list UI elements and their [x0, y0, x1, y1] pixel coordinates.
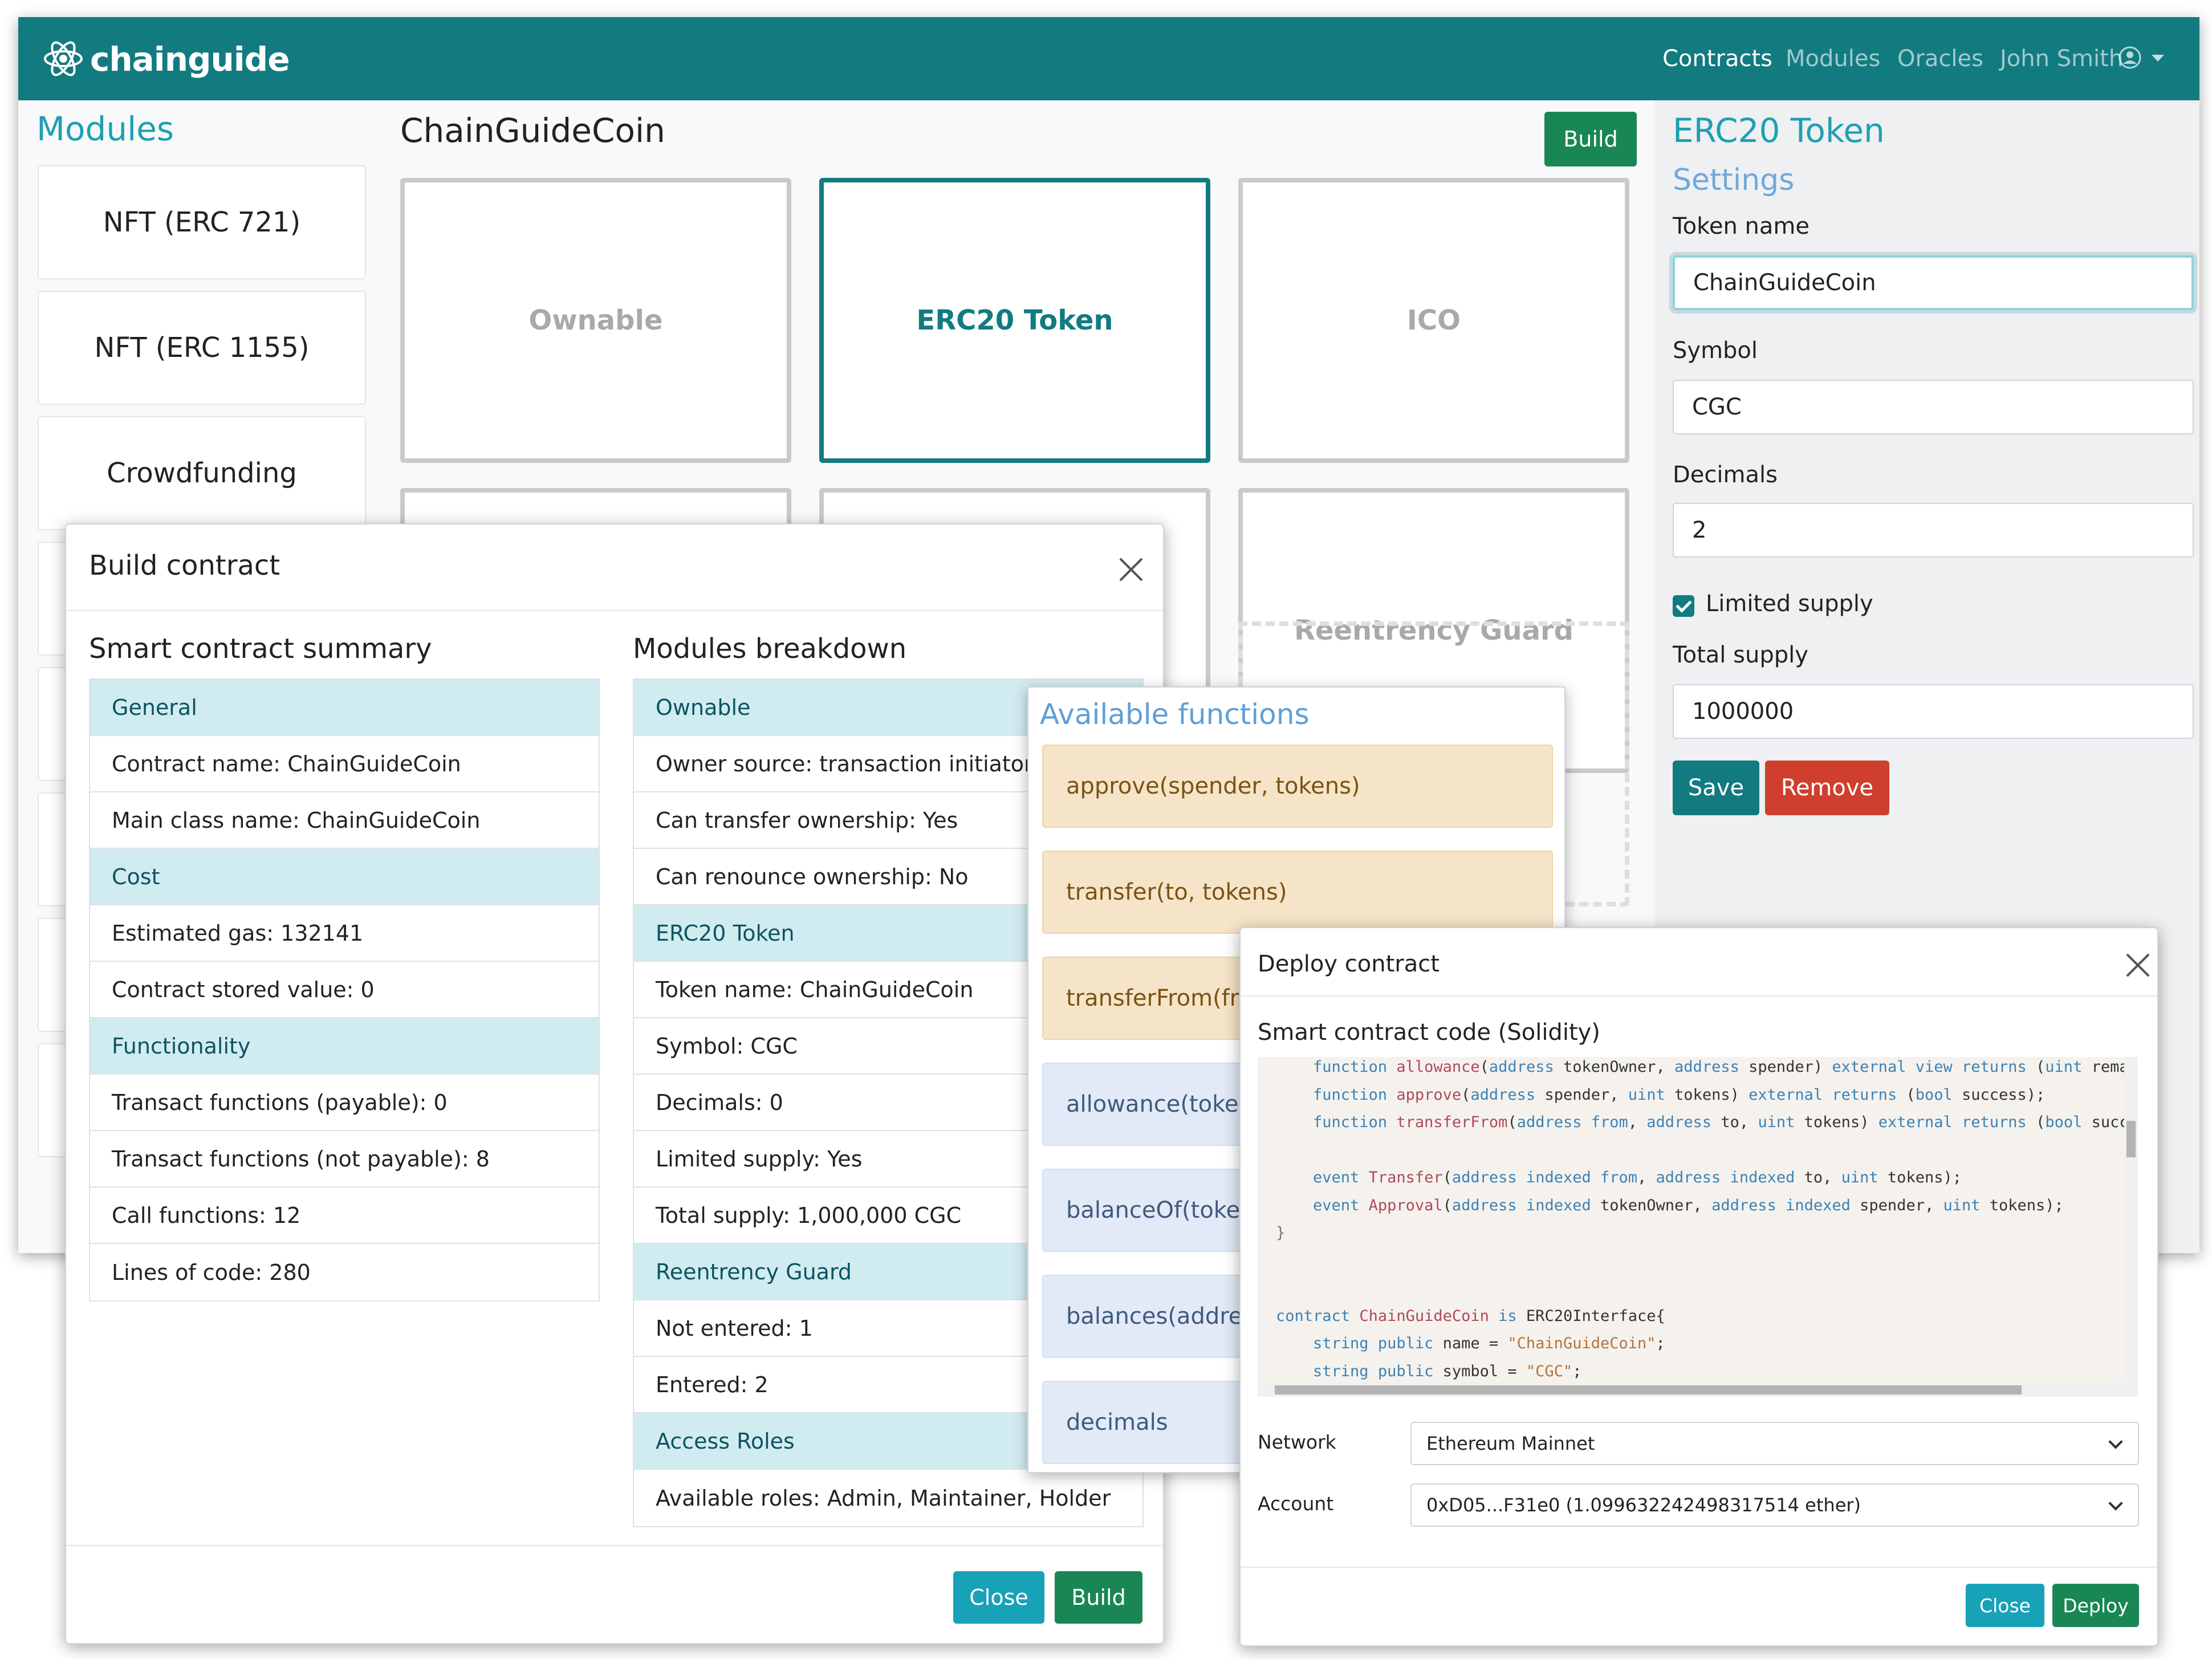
breakdown-heading: Modules breakdown [633, 633, 907, 665]
close-icon[interactable] [2125, 952, 2150, 977]
build-button[interactable]: Build [1055, 1571, 1142, 1624]
list-group-header: Cost [90, 849, 599, 905]
modules-panel-title: Modules [36, 109, 174, 148]
block-card-ownable[interactable]: Ownable [400, 178, 791, 463]
account-label: Account [1258, 1493, 1334, 1515]
network-select-value: Ethereum Mainnet [1426, 1433, 1595, 1454]
network-label: Network [1258, 1431, 1336, 1453]
total-supply-input[interactable] [1673, 684, 2194, 739]
close-button[interactable]: Close [953, 1571, 1044, 1624]
account-select-value: 0xD05...F31e0 (1.099632242498317514 ethe… [1426, 1494, 1861, 1516]
list-item: Contract name: ChainGuideCoin [90, 736, 599, 792]
module-card-nft-1155[interactable]: NFT (ERC 1155) [38, 291, 366, 405]
brand-name[interactable]: chainguide [90, 40, 290, 79]
limited-supply-checkbox[interactable] [1673, 595, 1694, 617]
chevron-down-icon[interactable] [2152, 55, 2164, 62]
deploy-contract-modal: Deploy contract Smart contract code (Sol… [1239, 927, 2158, 1646]
list-item: Main class name: ChainGuideCoin [90, 792, 599, 849]
module-card-nft-721[interactable]: NFT (ERC 721) [38, 165, 366, 279]
code-viewer[interactable]: function allowance(address tokenOwner, a… [1258, 1057, 2138, 1397]
code-heading: Smart contract code (Solidity) [1258, 1019, 1600, 1046]
function-item-approve[interactable]: approve(spender, tokens) [1042, 745, 1553, 828]
list-item: Estimated gas: 132141 [90, 905, 599, 962]
settings-subtitle: Settings [1673, 163, 1795, 197]
block-card-erc20-token[interactable]: ERC20 Token [819, 178, 1210, 463]
chevron-down-icon [2108, 1434, 2123, 1449]
deploy-button[interactable]: Deploy [2052, 1584, 2139, 1627]
deploy-modal-title: Deploy contract [1258, 951, 1440, 977]
close-icon[interactable] [1119, 556, 1144, 582]
decimals-input[interactable] [1673, 503, 2194, 558]
user-circle-icon[interactable] [2118, 46, 2142, 70]
function-item-transfer[interactable]: transfer(to, tokens) [1042, 851, 1553, 934]
list-item: Transact functions (not payable): 8 [90, 1131, 599, 1188]
symbol-input[interactable] [1673, 380, 2194, 434]
contract-title: ChainGuideCoin [400, 111, 665, 150]
token-name-input[interactable] [1673, 255, 2194, 310]
block-card-ico[interactable]: ICO [1238, 178, 1629, 463]
list-item: Available roles: Admin, Maintainer, Hold… [656, 1485, 1111, 1511]
list-item: Contract stored value: 0 [90, 962, 599, 1018]
module-card-crowdfunding[interactable]: Crowdfunding [38, 416, 366, 530]
code-vertical-scrollbar[interactable] [2124, 1057, 2138, 1397]
decimals-label: Decimals [1673, 462, 1778, 488]
summary-list: General Contract name: ChainGuideCoin Ma… [89, 678, 600, 1302]
nav-oracles[interactable]: Oracles [1897, 46, 1983, 72]
list-item: Lines of code: 280 [112, 1259, 311, 1285]
list-group-header: Functionality [90, 1018, 599, 1075]
build-modal-title: Build contract [89, 550, 280, 582]
divider [66, 610, 1163, 611]
nav-contracts[interactable]: Contracts [1662, 46, 1772, 72]
nav-modules[interactable]: Modules [1786, 46, 1880, 72]
symbol-label: Symbol [1673, 338, 1758, 364]
limited-supply-label[interactable]: Limited supply [1706, 591, 1873, 617]
navbar: chainguide Contracts Modules Oracles Joh… [18, 17, 2199, 100]
nav-user-name[interactable]: John Smith [2000, 46, 2123, 72]
functions-panel-title: Available functions [1040, 698, 1310, 731]
divider [1241, 1567, 2157, 1568]
list-group-header: General [90, 680, 599, 736]
divider [66, 1545, 1163, 1546]
token-name-label: Token name [1673, 213, 1810, 239]
network-select[interactable]: Ethereum Mainnet [1410, 1422, 2139, 1465]
chevron-down-icon [2108, 1496, 2123, 1511]
code-text: function allowance(address tokenOwner, a… [1276, 1058, 2138, 1397]
close-button[interactable]: Close [1966, 1584, 2044, 1627]
summary-heading: Smart contract summary [89, 633, 432, 665]
divider [1241, 995, 2157, 997]
scrollbar-thumb[interactable] [1275, 1385, 2022, 1394]
account-select[interactable]: 0xD05...F31e0 (1.099632242498317514 ethe… [1410, 1483, 2139, 1527]
build-contract-modal: Build contract Smart contract summary Mo… [65, 523, 1164, 1644]
list-item: Call functions: 12 [90, 1188, 599, 1244]
chainguide-logo-icon [44, 41, 83, 76]
build-button[interactable]: Build [1544, 112, 1637, 166]
remove-button[interactable]: Remove [1765, 761, 1889, 815]
scrollbar-thumb[interactable] [2126, 1121, 2136, 1157]
total-supply-label: Total supply [1673, 642, 1808, 668]
save-button[interactable]: Save [1673, 761, 1759, 815]
settings-module-title: ERC20 Token [1673, 111, 1885, 150]
list-item: Transact functions (payable): 0 [90, 1075, 599, 1131]
code-horizontal-scrollbar[interactable] [1258, 1383, 2138, 1397]
